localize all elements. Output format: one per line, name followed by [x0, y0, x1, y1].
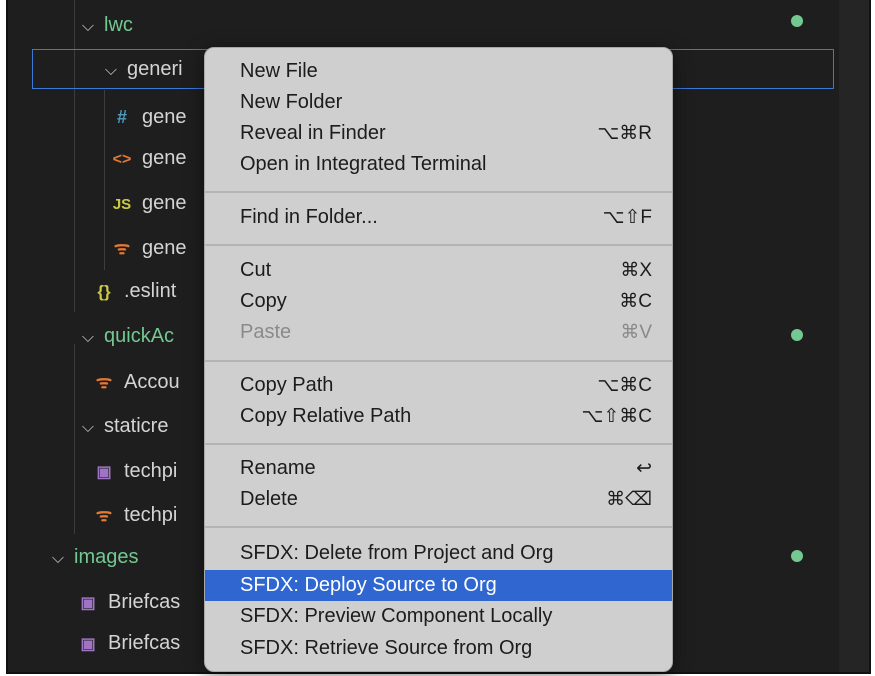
image-file-icon: ▣ [96, 464, 112, 481]
menu-item-shortcut: ⌥⇧⌘C [581, 406, 652, 427]
tree-item-label: gene [142, 147, 187, 169]
indent-guide [74, 344, 75, 534]
tree-item-label: staticre [104, 415, 169, 437]
tree-item-label: techpi [124, 460, 178, 482]
menu-item-label: Copy Relative Path [240, 405, 412, 427]
indent-guide [74, 0, 75, 312]
menu-item-label: Open in Integrated Terminal [240, 153, 487, 175]
menu-item-delete[interactable]: Delete ⌘⌫ [205, 484, 672, 515]
menu-item-sfdx-preview[interactable]: SFDX: Preview Component Locally [205, 601, 672, 632]
menu-item-shortcut: ⌘⌫ [606, 489, 652, 510]
chevron-down-icon: ⌵ [81, 329, 95, 346]
menu-item-cut[interactable]: Cut ⌘X [205, 255, 672, 286]
menu-item-label: New Folder [240, 91, 343, 113]
menu-item-label: Copy Path [240, 374, 334, 396]
context-menu: New File New Folder Reveal in Finder ⌥⌘R … [204, 47, 673, 672]
tree-item-label: lwc [104, 14, 133, 36]
tree-folder-lwc[interactable]: ⌵ lwc [78, 9, 869, 41]
menu-item-label: Cut [240, 259, 272, 281]
menu-separator [205, 191, 672, 193]
css-icon: # [116, 107, 127, 127]
menu-item-label: Reveal in Finder [240, 122, 386, 144]
menu-item-label: New File [240, 60, 318, 82]
menu-item-shortcut: ⌘V [620, 322, 652, 343]
tree-item-label: gene [142, 192, 187, 214]
rss-icon: ᯤ [113, 238, 131, 258]
menu-separator [205, 443, 672, 445]
tree-item-label: .eslint [124, 280, 177, 302]
chevron-down-icon: ⌵ [81, 18, 95, 35]
menu-item-new-folder[interactable]: New Folder [205, 87, 672, 118]
tree-item-label: quickAc [104, 325, 175, 347]
menu-item-sfdx-deploy[interactable]: SFDX: Deploy Source to Org [205, 570, 672, 601]
menu-item-shortcut: ↩ [636, 458, 652, 479]
menu-item-copy-path[interactable]: Copy Path ⌥⌘C [205, 370, 672, 401]
menu-item-label: SFDX: Retrieve Source from Org [240, 637, 533, 659]
git-status-dot [791, 15, 803, 27]
tree-item-label: images [74, 546, 139, 568]
menu-item-label: SFDX: Deploy Source to Org [240, 574, 497, 596]
menu-item-shortcut: ⌘X [620, 260, 652, 281]
menu-item-label: Copy [240, 290, 287, 312]
menu-item-reveal-in-finder[interactable]: Reveal in Finder ⌥⌘R [205, 118, 672, 149]
menu-item-copy[interactable]: Copy ⌘C [205, 286, 672, 317]
json-braces-icon: {} [97, 282, 111, 301]
tree-item-label: Briefcas [108, 632, 181, 654]
javascript-icon: JS [112, 196, 132, 213]
menu-item-rename[interactable]: Rename ↩ [205, 453, 672, 484]
menu-separator [205, 360, 672, 362]
rss-icon: ᯤ [95, 505, 113, 525]
menu-item-open-terminal[interactable]: Open in Integrated Terminal [205, 149, 672, 180]
tree-item-label: generi [127, 58, 183, 80]
menu-item-find-in-folder[interactable]: Find in Folder... ⌥⇧F [205, 202, 672, 233]
menu-item-label: Find in Folder... [240, 206, 378, 228]
html-icon: <> [112, 151, 132, 168]
chevron-down-icon: ⌵ [51, 550, 65, 567]
menu-item-sfdx-delete[interactable]: SFDX: Delete from Project and Org [205, 538, 672, 569]
tree-item-label: gene [142, 106, 187, 128]
chevron-down-icon: ⌵ [104, 62, 118, 79]
menu-item-shortcut: ⌥⌘R [597, 123, 652, 144]
menu-item-shortcut: ⌥⌘C [597, 375, 652, 396]
tree-item-label: Accou [124, 371, 180, 393]
menu-item-paste[interactable]: Paste ⌘V [205, 317, 672, 348]
menu-item-label: SFDX: Preview Component Locally [240, 605, 553, 627]
tree-item-label: techpi [124, 504, 178, 526]
menu-item-sfdx-retrieve[interactable]: SFDX: Retrieve Source from Org [205, 633, 672, 664]
menu-item-copy-relative-path[interactable]: Copy Relative Path ⌥⇧⌘C [205, 401, 672, 432]
indent-guide [104, 90, 105, 270]
menu-separator [205, 244, 672, 246]
chevron-down-icon: ⌵ [81, 419, 95, 436]
tree-item-label: Briefcas [108, 591, 181, 613]
tree-item-label: gene [142, 237, 187, 259]
image-file-icon: ▣ [80, 636, 96, 653]
menu-item-label: Delete [240, 488, 298, 510]
menu-item-label: SFDX: Delete from Project and Org [240, 542, 554, 564]
menu-item-label: Rename [240, 457, 316, 479]
menu-item-shortcut: ⌥⇧F [602, 207, 652, 228]
git-status-dot [791, 329, 803, 341]
menu-separator [205, 526, 672, 528]
menu-item-label: Paste [240, 321, 292, 343]
menu-item-shortcut: ⌘C [619, 291, 652, 312]
git-status-dot [791, 550, 803, 562]
rss-icon: ᯤ [95, 372, 113, 392]
menu-item-new-file[interactable]: New File [205, 56, 672, 87]
image-file-icon: ▣ [80, 595, 96, 612]
